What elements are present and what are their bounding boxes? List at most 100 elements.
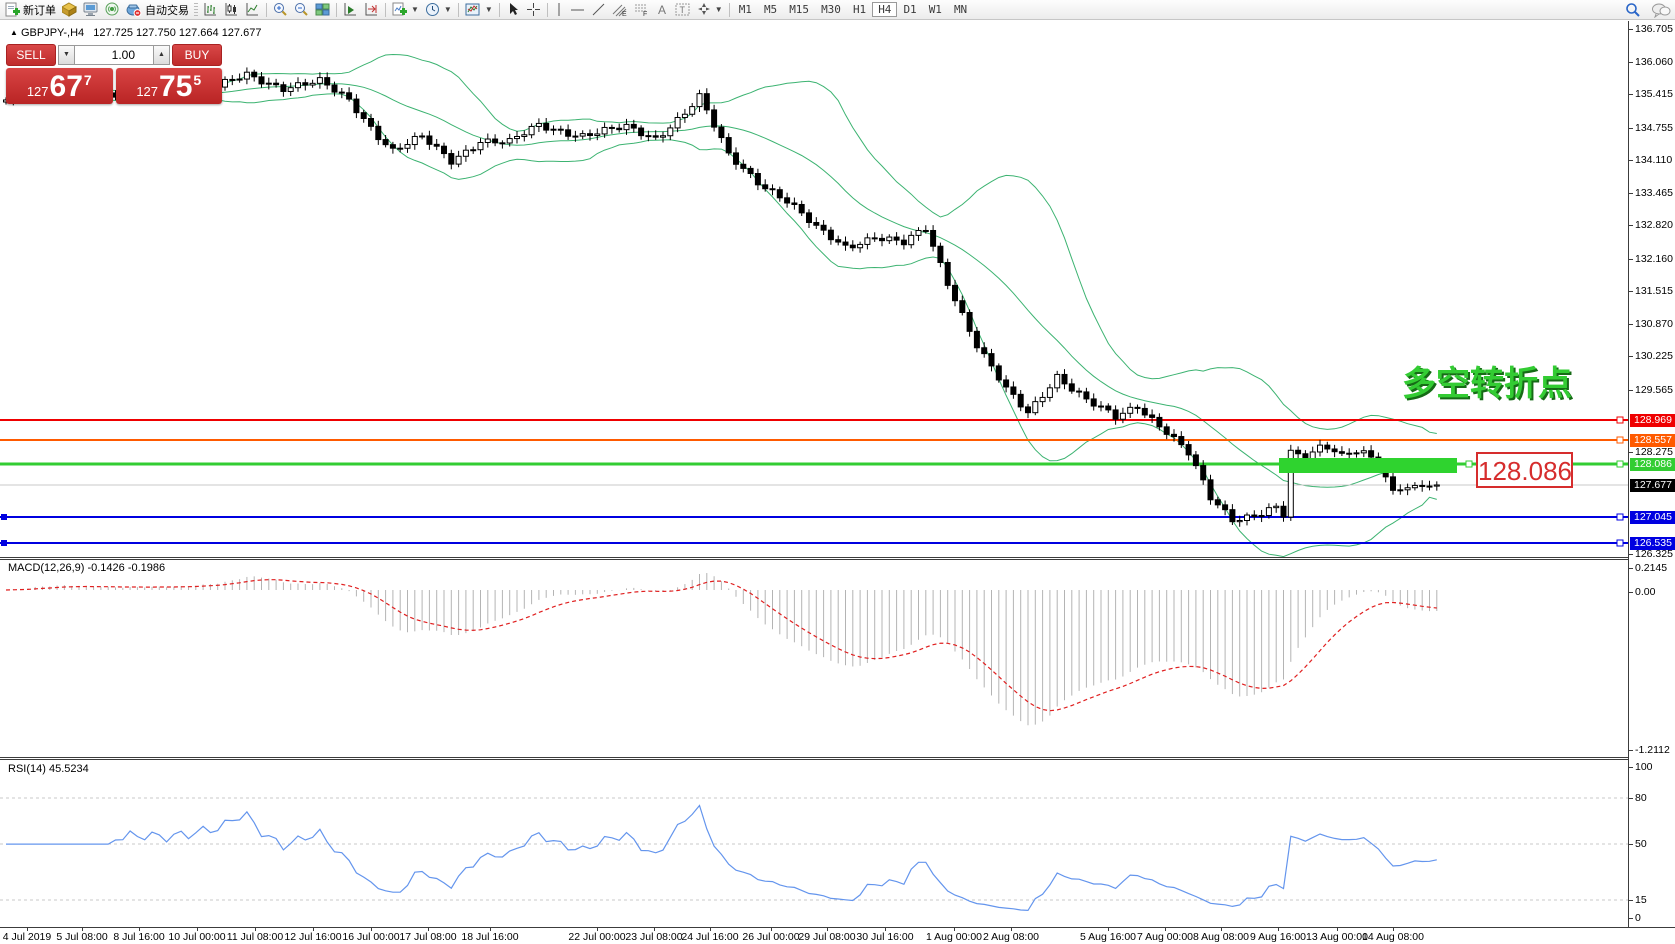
vertical-line-icon: [554, 2, 564, 17]
vertical-line-tool-button[interactable]: [551, 1, 567, 19]
channel-tool-button[interactable]: E: [609, 1, 631, 19]
rsi-axis-value: 50: [1635, 838, 1647, 850]
axis-tick-mark: [1629, 128, 1633, 129]
chart-annotation-text[interactable]: 多空转折点: [1402, 356, 1572, 405]
timeframe-group: M1M5M15M30H1H4D1W1MN: [733, 3, 974, 16]
timeframe-button-m30[interactable]: M30: [815, 2, 847, 17]
timeframe-button-w1[interactable]: W1: [923, 2, 948, 17]
label-tool-button[interactable]: T: [672, 1, 694, 19]
time-label: 2 Aug 08:00: [966, 931, 1056, 943]
object-anchor[interactable]: [1466, 461, 1472, 467]
price-callout-box[interactable]: 128.086: [1476, 452, 1573, 488]
price-badge-127.677: 127.677: [1630, 479, 1675, 492]
time-axis[interactable]: 4 Jul 20195 Jul 08:008 Jul 16:0010 Jul 0…: [0, 927, 1675, 944]
hline-anchor[interactable]: [1617, 437, 1623, 443]
price-tick: 134.110: [1635, 154, 1672, 166]
timeframe-button-m15[interactable]: M15: [783, 2, 815, 17]
fibonacci-tool-button[interactable]: F: [631, 1, 653, 19]
trendline-icon: [591, 2, 606, 17]
toolbar-right: [1625, 0, 1671, 20]
hline-anchor[interactable]: [1617, 514, 1623, 520]
toolbar-separator: [729, 3, 730, 17]
hline-anchor[interactable]: [1617, 540, 1623, 546]
price-tick: 128.275: [1635, 446, 1673, 458]
terminal-button[interactable]: [80, 1, 102, 19]
text-tool-button[interactable]: A: [653, 1, 672, 19]
chevron-down-icon: ▼: [444, 5, 452, 14]
hline-anchor[interactable]: [1617, 417, 1623, 423]
macd-panel[interactable]: [0, 560, 1628, 757]
volume-decrease-button[interactable]: ▼: [58, 45, 75, 65]
autoscroll-button[interactable]: [340, 1, 361, 19]
svg-text:E: E: [622, 11, 627, 17]
hline-anchor[interactable]: [1, 514, 7, 520]
candlestick-chart-type-button[interactable]: [221, 1, 242, 19]
timeframe-button-h4[interactable]: H4: [872, 2, 897, 17]
volume-input[interactable]: 1.00: [75, 45, 153, 65]
price-axis[interactable]: 136.705136.060135.415134.755134.110133.4…: [1628, 21, 1675, 927]
hline-anchor[interactable]: [1617, 461, 1623, 467]
autotrading-button[interactable]: 自动交易: [123, 1, 192, 19]
sell-button[interactable]: SELL: [6, 44, 56, 66]
timeframe-button-m1[interactable]: M1: [733, 2, 758, 17]
line-chart-type-button[interactable]: [242, 1, 263, 19]
price-tick: 132.820: [1635, 219, 1673, 231]
cursor-tool-button[interactable]: [503, 1, 523, 19]
volume-stepper: ▼ 1.00 ▲: [58, 45, 170, 65]
zoom-in-button[interactable]: [270, 1, 291, 19]
tile-windows-button[interactable]: [312, 1, 333, 19]
price-badge-128.557: 128.557: [1630, 434, 1675, 447]
green-zone-rectangle[interactable]: [1279, 458, 1457, 473]
axis-tick-mark: [1629, 554, 1633, 555]
toolbar-separator: [499, 3, 500, 17]
chat-icon[interactable]: [1651, 2, 1671, 18]
axis-tick-mark: [1629, 62, 1633, 63]
panel-collapse-arrow[interactable]: ▲: [10, 28, 18, 37]
fibonacci-icon: F: [634, 2, 650, 17]
axis-tick-mark: [1629, 29, 1633, 30]
timeframe-button-h1[interactable]: H1: [847, 2, 872, 17]
trendline-tool-button[interactable]: [588, 1, 609, 19]
macd-label: MACD(12,26,9) -0.1426 -0.1986: [8, 562, 165, 574]
hline-anchor[interactable]: [1, 540, 7, 546]
new-order-button[interactable]: 新订单: [2, 1, 59, 19]
zoom-out-button[interactable]: [291, 1, 312, 19]
timeframe-button-m5[interactable]: M5: [758, 2, 783, 17]
axis-tick-mark: [1629, 259, 1633, 260]
search-icon[interactable]: [1625, 2, 1641, 18]
chart-shift-button[interactable]: [361, 1, 382, 19]
volume-increase-button[interactable]: ▲: [153, 45, 170, 65]
arrows-tool-dropdown[interactable]: ▼: [694, 1, 726, 19]
bar-chart-type-button[interactable]: [200, 1, 221, 19]
macd-axis-value: 0.00: [1635, 586, 1655, 598]
buy-price-big: 75: [159, 72, 192, 102]
signals-button[interactable]: [102, 1, 123, 19]
axis-tick-mark: [1629, 324, 1633, 325]
rsi-panel[interactable]: [0, 760, 1628, 927]
periods-clock-dropdown[interactable]: ▼: [422, 1, 455, 19]
timeframe-button-d1[interactable]: D1: [897, 2, 922, 17]
crosshair-tool-button[interactable]: [523, 1, 544, 19]
price-chart[interactable]: [0, 21, 1628, 557]
timeframe-button-mn[interactable]: MN: [948, 2, 973, 17]
ohlc-values: 127.725 127.750 127.664 127.677: [93, 27, 261, 39]
crosshair-icon: [526, 2, 541, 17]
axis-tick-mark: [1629, 844, 1633, 845]
new-chart-dropdown[interactable]: ▼: [389, 1, 422, 19]
templates-dropdown[interactable]: ▼: [462, 1, 496, 19]
axis-tick-mark: [1629, 160, 1633, 161]
market-watch-button[interactable]: [59, 1, 80, 19]
buy-price-prefix: 127: [136, 84, 158, 99]
price-tick: 132.160: [1635, 253, 1673, 265]
svg-text:T: T: [679, 5, 685, 15]
svg-text:F: F: [643, 11, 647, 17]
sell-price-panel[interactable]: 127 67 7: [6, 68, 113, 104]
horizontal-line-tool-button[interactable]: [567, 1, 588, 19]
chevron-down-icon: ▼: [715, 5, 723, 14]
candlestick-chart-type-icon: [224, 2, 239, 17]
toolbar-separator: [266, 3, 267, 17]
macd-axis-value: 0.2145: [1635, 562, 1667, 574]
rsi-axis-value: 80: [1635, 792, 1647, 804]
buy-price-panel[interactable]: 127 75 5: [116, 68, 223, 104]
buy-button[interactable]: BUY: [172, 44, 222, 66]
